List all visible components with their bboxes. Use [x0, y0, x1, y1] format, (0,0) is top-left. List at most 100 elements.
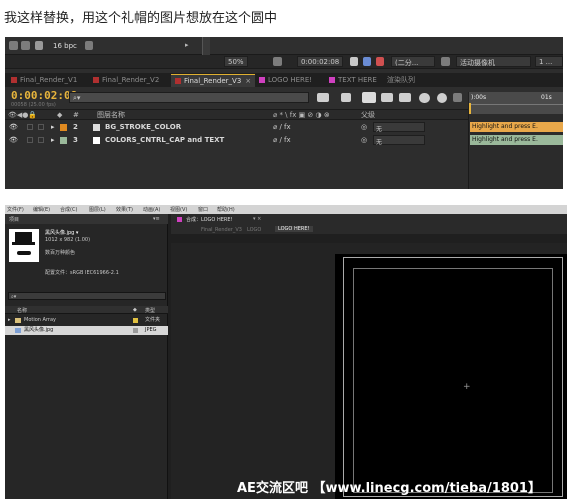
list-item[interactable]: 黑风头像.jpg JPEG: [5, 326, 168, 335]
panel-menu-icon[interactable]: ▾≡: [153, 216, 160, 222]
comp-color-icon: [329, 77, 335, 83]
resolution-dropdown[interactable]: (二分...: [391, 56, 435, 67]
menu-effect[interactable]: 效果(T): [116, 206, 133, 213]
color-channel-icon[interactable]: [363, 57, 371, 66]
expand-icon[interactable]: ▸: [51, 124, 55, 131]
audio-toggle[interactable]: [27, 137, 33, 143]
layer-index: 3: [73, 136, 78, 144]
menu-view[interactable]: 视图(V): [170, 206, 187, 213]
menu-layer[interactable]: 图层(L): [89, 206, 106, 213]
grid-icon[interactable]: [273, 57, 282, 66]
project-screenshot: 文件(F) 编辑(E) 合成(C) 图层(L) 效果(T) 动画(A) 视图(V…: [5, 205, 567, 499]
frame-blending-icon[interactable]: [381, 93, 393, 102]
expand-icon[interactable]: ▸: [8, 316, 11, 325]
menu-bar: 文件(F) 编辑(E) 合成(C) 图层(L) 效果(T) 动画(A) 视图(V…: [5, 205, 567, 214]
time-ruler[interactable]: ):00s 01s: [468, 92, 563, 114]
solo-toggle[interactable]: [38, 137, 44, 143]
label-swatch[interactable]: [133, 318, 138, 323]
visibility-icon[interactable]: 👁: [9, 137, 18, 144]
tab-render-queue[interactable]: 渲染队列: [381, 74, 441, 87]
item-name: 黑风头像.jpg: [24, 327, 54, 333]
graph-editor-icon[interactable]: [419, 93, 430, 103]
flowchart-icon[interactable]: [317, 93, 329, 102]
tab-logo-here[interactable]: LOGO HERE!: [255, 74, 325, 87]
zoom-dropdown[interactable]: 50%: [224, 56, 248, 67]
composition-tab[interactable]: 合成：LOGO HERE!: [186, 216, 233, 223]
switches-icon[interactable]: ⌀ / fx: [273, 137, 291, 144]
shy-layers-icon[interactable]: [362, 92, 376, 103]
viewer-toolbar: 50% 0:00:02:08 (二分... 活动摄像机 1 ...: [5, 55, 563, 69]
column-name[interactable]: 名称: [17, 307, 27, 314]
folder-icon[interactable]: [9, 41, 18, 50]
layer-duration-bar[interactable]: Highlight and press E.: [470, 122, 563, 132]
panel-scrollbar[interactable]: [202, 37, 210, 55]
breadcrumb[interactable]: LOGO: [247, 227, 261, 233]
safe-zone-inner: [353, 268, 553, 493]
draft-3d-icon[interactable]: [341, 93, 351, 102]
region-icon[interactable]: [441, 57, 450, 66]
layer-name[interactable]: BG_STROKE_COLOR: [105, 121, 181, 133]
views-dropdown[interactable]: 1 ...: [535, 56, 563, 67]
tab-text-here[interactable]: TEXT HERE: [325, 74, 381, 87]
project-tab[interactable]: 项目: [9, 216, 19, 223]
close-icon[interactable]: ×: [245, 77, 251, 85]
project-list-header: 名称 ◆ 类型: [5, 306, 168, 314]
tab-final-render-v2[interactable]: Final_Render_V2: [89, 74, 171, 87]
tab-final-render-v3[interactable]: Final_Render_V3 ×: [171, 74, 255, 87]
close-icon[interactable]: ▾ ×: [253, 216, 261, 222]
pickwhip-icon[interactable]: ◎: [361, 137, 367, 144]
layer-icon[interactable]: [453, 93, 462, 102]
list-item[interactable]: ▸ Motion Array 文件夹: [5, 316, 168, 325]
camera-icon[interactable]: [350, 57, 358, 66]
menu-edit[interactable]: 编辑(E): [33, 206, 50, 213]
label-color-swatch[interactable]: [60, 124, 67, 131]
parent-dropdown[interactable]: 无: [373, 135, 425, 146]
layer-duration-bar[interactable]: Highlight and press E.: [470, 135, 563, 145]
menu-file[interactable]: 文件(F): [7, 206, 24, 213]
layer-search-input[interactable]: ⌕▾: [69, 92, 309, 103]
column-type[interactable]: 类型: [145, 307, 155, 314]
switches-icon[interactable]: ⌀ / fx: [273, 124, 291, 131]
parent-dropdown[interactable]: 无: [373, 122, 425, 133]
composition-canvas[interactable]: +: [335, 254, 567, 499]
menu-window[interactable]: 窗口: [198, 206, 208, 213]
breadcrumb-active[interactable]: LOGO HERE!: [275, 226, 313, 232]
nav-right-icon[interactable]: ▸: [185, 42, 189, 49]
render-icon[interactable]: [35, 41, 43, 50]
snapshot-icon[interactable]: [376, 57, 384, 66]
timeline-screenshot: 16 bpc ▸ 50% 0:00:02:08 (二分... 活动摄像机 1 .…: [5, 37, 563, 189]
expand-icon[interactable]: ▸: [51, 137, 55, 144]
layer-name[interactable]: COLORS_CNTRL_CAP and TEXT: [105, 134, 224, 146]
menu-composition[interactable]: 合成(C): [60, 206, 77, 213]
composition-icon[interactable]: [21, 41, 30, 50]
menu-help[interactable]: 帮助(H): [217, 206, 235, 213]
pickwhip-icon[interactable]: ◎: [361, 124, 367, 131]
search-icon: ⌕▾: [11, 294, 17, 300]
layer-row[interactable]: 👁 ▸ 2 BG_STROKE_COLOR ⌀ / fx ◎ 无: [5, 121, 468, 133]
visibility-icon[interactable]: 👁: [9, 124, 18, 131]
brainstorm-icon[interactable]: [437, 93, 447, 103]
column-parent: 父级: [361, 111, 375, 119]
comp-color-icon: [259, 77, 265, 83]
current-time[interactable]: 0:00:02:08: [11, 89, 77, 102]
breadcrumb[interactable]: Final_Render_V3: [201, 227, 242, 233]
project-search-input[interactable]: ⌕▾: [8, 292, 166, 300]
label-swatch[interactable]: [133, 328, 138, 333]
file-name[interactable]: 黑风头像.jpg ▾: [45, 229, 78, 236]
menu-animation[interactable]: 动画(A): [143, 206, 160, 213]
viewer-timecode[interactable]: 0:00:02:08: [297, 56, 343, 67]
camera-dropdown[interactable]: 活动摄像机: [456, 56, 531, 67]
file-colors: 数百万种颜色: [45, 250, 76, 256]
solo-toggle[interactable]: [38, 124, 44, 130]
audio-toggle[interactable]: [27, 124, 33, 130]
column-layer-name: 图层名称: [97, 111, 125, 119]
label-color-swatch[interactable]: [60, 137, 67, 144]
tab-final-render-v1[interactable]: Final_Render_V1: [7, 74, 89, 87]
layer-row[interactable]: 👁 ▸ 3 COLORS_CNTRL_CAP and TEXT ⌀ / fx ◎…: [5, 134, 468, 146]
post-caption: 我这样替换，用这个礼帽的图片想放在这个圆中: [4, 11, 278, 26]
motion-blur-icon[interactable]: [399, 93, 411, 102]
trash-icon[interactable]: [85, 41, 93, 50]
image-file-icon: [15, 328, 21, 333]
playhead[interactable]: [469, 103, 471, 114]
bpc-label[interactable]: 16 bpc: [53, 43, 77, 50]
